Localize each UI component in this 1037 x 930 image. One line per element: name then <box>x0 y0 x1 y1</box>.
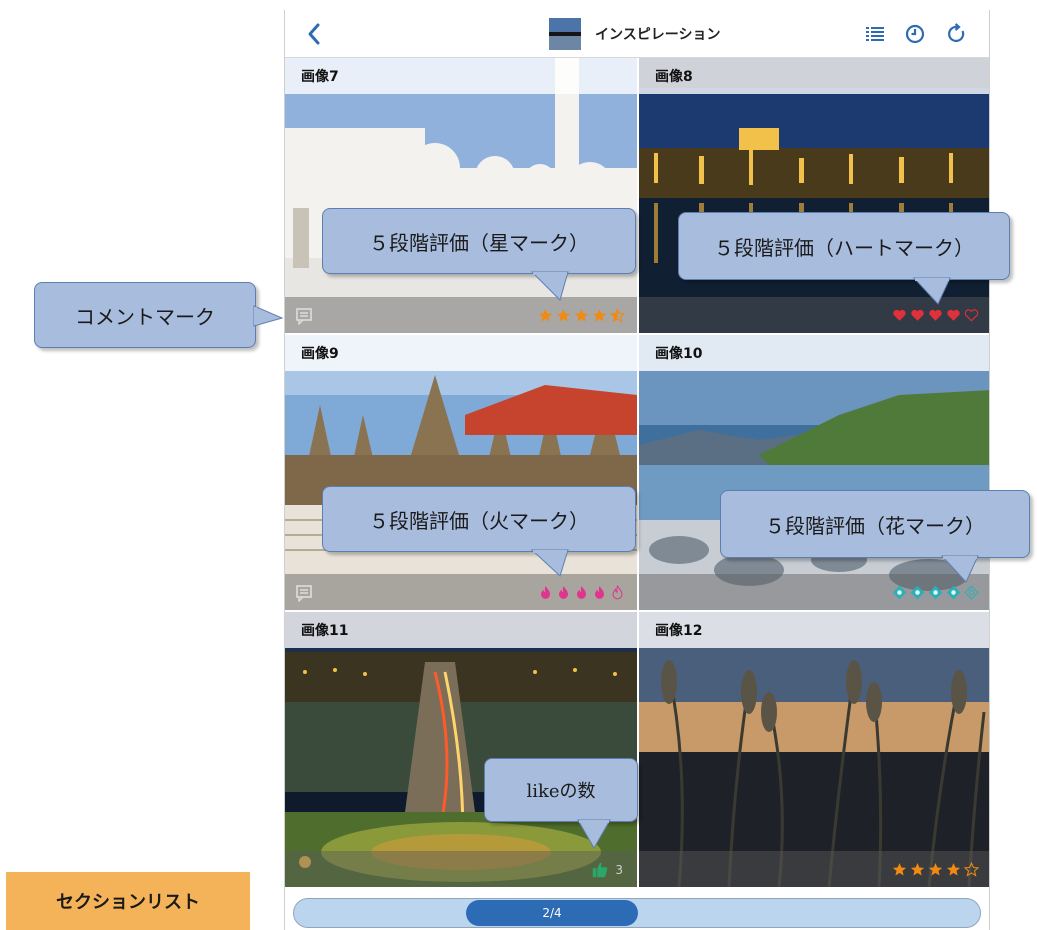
comment-icon[interactable] <box>295 307 313 325</box>
cell-footer: 3 <box>285 851 637 887</box>
flower-icon <box>928 585 943 600</box>
grid-item[interactable]: 画像7 <box>285 58 637 333</box>
callout-heart-rating: ５段階評価（ハートマーク） <box>678 212 1010 280</box>
callout-pointer <box>530 271 569 301</box>
fire-icon <box>541 586 550 599</box>
star-rating[interactable] <box>538 308 625 323</box>
fire-icon <box>595 586 604 599</box>
cell-footer <box>639 574 989 610</box>
star-icon <box>592 309 607 322</box>
fire-icon <box>559 586 568 599</box>
header-thumbnail <box>549 18 581 50</box>
cell-footer <box>285 297 637 333</box>
flower-outline-icon <box>964 585 979 600</box>
star-icon <box>910 863 925 876</box>
callout-pointer <box>253 305 284 327</box>
flower-icon <box>892 585 907 600</box>
reeds-photo <box>639 612 989 887</box>
callout-comment: コメントマーク <box>34 282 256 348</box>
star-icon <box>556 309 571 322</box>
header-title-group: インスピレーション <box>549 18 720 50</box>
callout-pointer <box>530 549 569 577</box>
list-icon[interactable] <box>863 22 887 46</box>
cell-title: 画像9 <box>285 335 637 371</box>
star-icon <box>946 863 961 876</box>
heart-rating[interactable] <box>892 308 979 323</box>
cell-footer <box>285 574 637 610</box>
callout-pointer <box>940 555 979 583</box>
flower-icon <box>910 585 925 600</box>
section-list-label: セクションリスト <box>6 872 250 930</box>
cell-title: 画像7 <box>285 58 637 94</box>
chevron-left-icon[interactable] <box>303 21 327 47</box>
cell-footer <box>639 851 989 887</box>
heart-icon <box>929 309 942 321</box>
fire-rating[interactable] <box>538 585 625 600</box>
callout-pointer <box>577 819 611 850</box>
cell-title: 画像11 <box>285 612 637 648</box>
mosque-photo <box>285 58 637 333</box>
grid-item[interactable]: 画像9 <box>285 335 637 610</box>
clock-icon[interactable] <box>903 22 927 46</box>
page-scrollbar[interactable]: 2/4 <box>293 898 981 928</box>
grid-item[interactable]: 画像10 <box>639 335 989 610</box>
star-icon <box>538 309 553 322</box>
fire-outline-icon <box>612 585 623 600</box>
heart-outline-icon <box>964 309 979 322</box>
temple-photo <box>285 335 637 610</box>
refresh-icon[interactable] <box>945 22 969 46</box>
callout-flower-rating: ５段階評価（花マーク） <box>720 490 1030 558</box>
callout-pointer <box>912 277 951 305</box>
star-icon <box>574 309 589 322</box>
header-bar: インスピレーション <box>285 10 989 58</box>
heart-icon <box>947 309 960 321</box>
callout-like-count: likeの数 <box>484 758 638 822</box>
cell-title: 画像10 <box>639 335 989 371</box>
cell-title: 画像8 <box>639 58 989 94</box>
star-icon <box>892 863 907 876</box>
heart-icon <box>893 309 906 321</box>
fire-icon <box>577 586 586 599</box>
comment-icon[interactable] <box>295 584 313 602</box>
page-title: インスピレーション <box>595 27 721 43</box>
star-half-icon <box>610 308 625 323</box>
cell-title: 画像12 <box>639 612 989 648</box>
heart-icon <box>911 309 924 321</box>
callout-fire-rating: ５段階評価（火マーク） <box>322 486 636 552</box>
star-icon <box>928 863 943 876</box>
like-count: 3 <box>615 863 623 877</box>
flower-icon <box>946 585 961 600</box>
coast-photo <box>639 335 989 610</box>
page-indicator[interactable]: 2/4 <box>466 900 638 926</box>
star-outline-icon <box>964 862 979 877</box>
thumbs-up-icon <box>593 862 608 878</box>
flower-rating[interactable] <box>892 585 979 600</box>
grid-item[interactable]: 画像12 <box>639 612 989 887</box>
like-indicator[interactable]: 3 <box>591 861 623 879</box>
star-rating[interactable] <box>892 862 979 877</box>
callout-star-rating: ５段階評価（星マーク） <box>322 208 636 274</box>
